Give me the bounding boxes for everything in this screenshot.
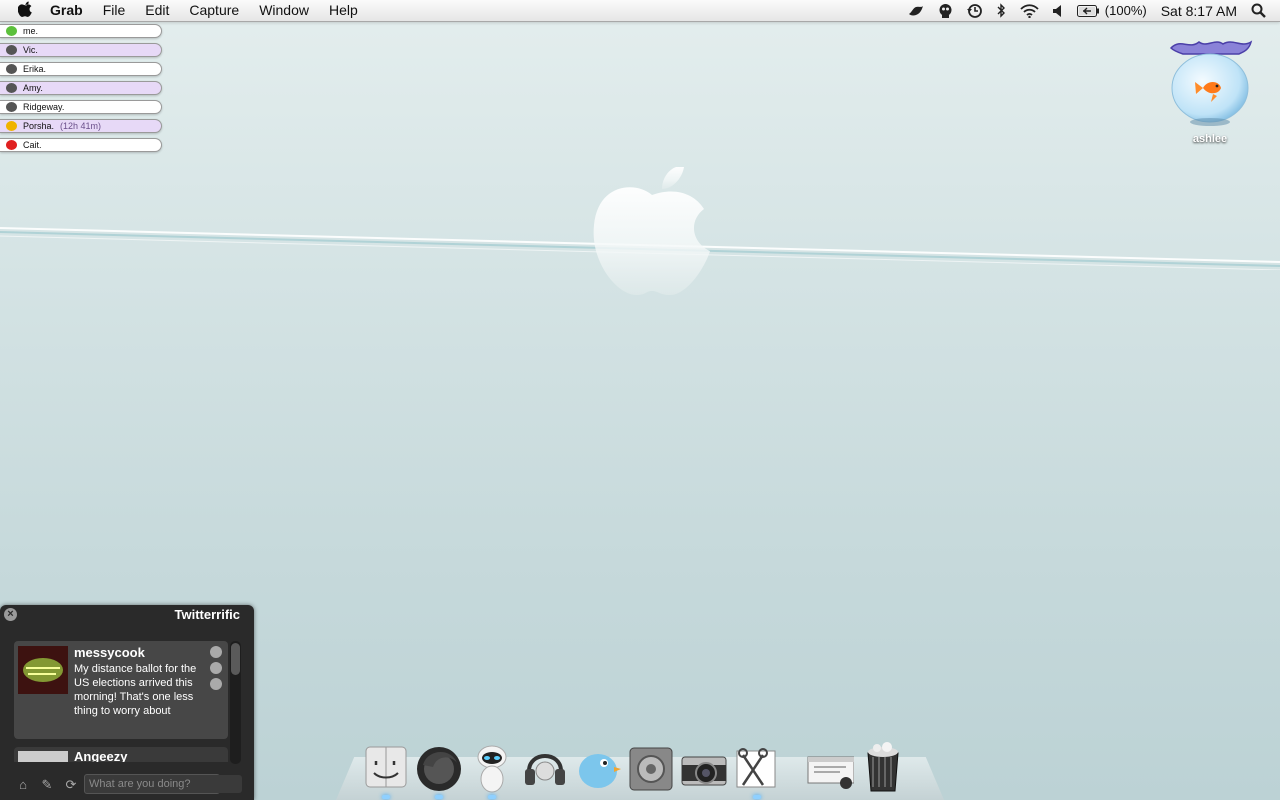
twitter-bird-icon[interactable] [908, 4, 924, 18]
dock-twitterrific-icon[interactable] [574, 741, 622, 793]
status-dot [6, 102, 17, 112]
contact-row-erika[interactable]: Erika. [0, 62, 162, 76]
contact-name: Vic. [23, 45, 38, 55]
twitterrific-titlebar[interactable]: × Twitterrific [0, 605, 254, 625]
contact-row-me[interactable]: me. [0, 24, 162, 38]
dock-firefox-icon[interactable] [415, 741, 463, 799]
desktop-icon-ashlee[interactable]: ashlee [1163, 36, 1257, 145]
spotlight-icon[interactable] [1251, 3, 1266, 18]
battery-percent: (100%) [1104, 3, 1147, 18]
status-dot [6, 140, 17, 150]
contact-name: Amy. [23, 83, 43, 93]
contact-name-text: Porsha. [23, 121, 55, 131]
tweet-item[interactable]: messycook My distance ballot for the US … [14, 641, 228, 739]
contact-name: Porsha. (12h 41m) [23, 120, 101, 132]
twitterrific-toolbar: ⌂ ✎ ⟳ [0, 770, 254, 800]
dock [362, 731, 907, 799]
menu-capture[interactable]: Capture [179, 0, 249, 21]
tweet-item[interactable]: Angeezy [14, 747, 228, 762]
status-dot [6, 83, 17, 93]
dock-trash-icon[interactable] [859, 741, 907, 793]
contact-name: Ridgeway. [23, 102, 65, 112]
menu-clock[interactable]: Sat 8:17 AM [1161, 3, 1237, 19]
status-dot [6, 121, 17, 131]
dock-headphones-icon[interactable] [521, 741, 569, 793]
running-indicator [435, 795, 443, 799]
contact-name: Cait. [23, 140, 42, 150]
running-indicator [382, 795, 390, 799]
bluetooth-icon[interactable] [997, 3, 1006, 18]
apple-wallpaper-logo [593, 167, 710, 295]
dock-camera-icon[interactable] [680, 741, 728, 793]
volume-icon[interactable] [1052, 4, 1063, 17]
close-button[interactable]: × [4, 608, 17, 621]
desktop-icon-label: ashlee [1192, 133, 1228, 145]
robot-icon[interactable] [938, 3, 953, 18]
status-dot [6, 45, 17, 55]
apple-menu-icon[interactable] [17, 1, 40, 20]
battery-icon [1076, 4, 1099, 17]
reply-icon[interactable] [210, 662, 222, 674]
contact-row-vic[interactable]: Vic. [0, 43, 162, 57]
fishbowl-icon [1169, 40, 1253, 126]
window-title: Twitterrific [174, 607, 241, 622]
twitterrific-window: × Twitterrific messycook My distance bal… [0, 605, 254, 800]
menu-app-name[interactable]: Grab [40, 0, 93, 21]
status-dot [6, 26, 17, 36]
tweet-feed: messycook My distance ballot for the US … [14, 641, 228, 762]
dock-finder-icon[interactable] [362, 741, 410, 799]
dock-screenshot-window-icon[interactable] [806, 741, 855, 793]
dock-eve-robot-icon[interactable] [468, 741, 516, 799]
contact-list: me. Vic. Erika. Amy. Ridgeway. Porsha. (1… [0, 24, 164, 157]
wifi-icon[interactable] [1020, 3, 1039, 18]
user-avatar[interactable] [18, 646, 68, 694]
menu-file[interactable]: File [93, 0, 136, 21]
menu-bar: Grab File Edit Capture Window Help (100%… [0, 0, 1280, 22]
battery-status[interactable]: (100%) [1076, 3, 1147, 18]
home-icon[interactable]: ⌂ [16, 778, 30, 792]
dock-grab-icon[interactable] [733, 741, 781, 799]
idle-time: (12h 41m) [60, 121, 102, 131]
menu-window[interactable]: Window [249, 0, 319, 21]
contact-name: Erika. [23, 64, 47, 74]
contact-name: me. [23, 26, 39, 36]
dock-system-preferences-icon[interactable] [627, 741, 675, 793]
gear-icon[interactable] [210, 646, 222, 658]
menu-help[interactable]: Help [319, 0, 368, 21]
running-indicator [753, 795, 761, 799]
user-avatar[interactable] [18, 751, 68, 762]
contact-row-cait[interactable]: Cait. [0, 138, 162, 152]
wrench-icon[interactable]: ✎ [40, 778, 54, 792]
tweet-username[interactable]: messycook [74, 645, 145, 660]
tweet-actions [210, 646, 222, 690]
time-machine-icon[interactable] [966, 3, 983, 19]
contact-row-porsha[interactable]: Porsha. (12h 41m) [0, 119, 162, 133]
user-icon[interactable] [210, 678, 222, 690]
status-dot [6, 64, 17, 74]
feed-scrollbar[interactable] [230, 641, 241, 764]
contact-row-amy[interactable]: Amy. [0, 81, 162, 95]
tweet-username[interactable]: Angeezy [74, 749, 127, 762]
running-indicator [488, 795, 496, 799]
contact-row-ridgeway[interactable]: Ridgeway. [0, 100, 162, 114]
status-input[interactable] [84, 774, 220, 794]
refresh-icon[interactable]: ⟳ [64, 778, 78, 792]
tweet-text: My distance ballot for the US elections … [74, 663, 197, 717]
character-counter [215, 775, 242, 793]
menu-edit[interactable]: Edit [135, 0, 179, 21]
scroll-thumb[interactable] [231, 643, 240, 675]
